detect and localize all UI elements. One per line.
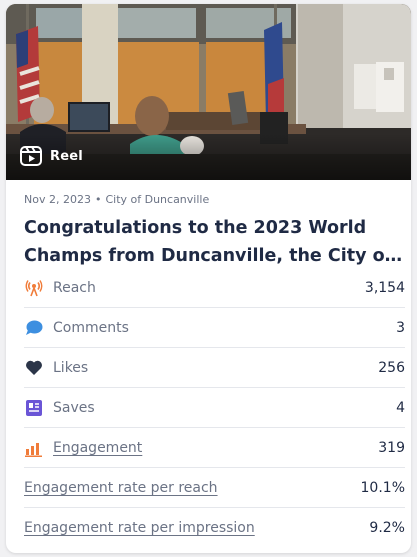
stat-value: 319	[378, 439, 405, 456]
post-card[interactable]: Reel Nov 2, 2023 • City of Duncanville Con…	[6, 4, 411, 553]
reel-icon	[20, 146, 42, 166]
engagement-link[interactable]: Engagement	[53, 440, 142, 456]
comments-icon	[24, 318, 44, 338]
stat-row-likes: Likes 256	[24, 348, 405, 388]
reel-label: Reel	[50, 148, 83, 164]
stat-value: 3,154	[364, 279, 405, 296]
engagement-rate-reach-link[interactable]: Engagement rate per reach	[24, 480, 218, 496]
stat-value: 256	[378, 359, 405, 376]
stat-value: 4	[396, 399, 405, 416]
stats-list: Reach 3,154 Comments 3 Likes 256 Saves 4…	[24, 268, 405, 547]
post-source: City of Duncanville	[105, 193, 210, 206]
post-title[interactable]: Congratulations to the 2023 World Champs…	[24, 214, 404, 270]
reel-badge: Reel	[20, 142, 83, 170]
stat-label: Saves	[53, 399, 95, 416]
stat-row-saves: Saves 4	[24, 388, 405, 428]
meta-separator: •	[94, 193, 102, 206]
engagement-rate-impression-link[interactable]: Engagement rate per impression	[24, 520, 255, 536]
stat-label: Likes	[53, 359, 89, 376]
post-date: Nov 2, 2023	[24, 193, 91, 206]
stat-row-reach: Reach 3,154	[24, 268, 405, 308]
stat-row-comments: Comments 3	[24, 308, 405, 348]
saves-icon	[24, 398, 44, 418]
stat-label: Comments	[53, 319, 129, 336]
post-meta: Nov 2, 2023 • City of Duncanville	[24, 193, 209, 206]
stat-row-engagement-rate-reach[interactable]: Engagement rate per reach 10.1%	[24, 468, 405, 508]
stat-row-engagement-rate-impression[interactable]: Engagement rate per impression 9.2%	[24, 508, 405, 547]
likes-icon	[24, 358, 44, 378]
stat-value: 3	[396, 319, 405, 336]
stat-row-engagement[interactable]: Engagement 319	[24, 428, 405, 468]
engagement-icon	[24, 438, 44, 458]
stat-label: Reach	[53, 279, 96, 296]
stat-value: 10.1%	[360, 479, 405, 496]
stat-value: 9.2%	[369, 519, 405, 536]
post-thumbnail[interactable]: Reel	[6, 4, 411, 180]
reach-icon	[24, 278, 44, 298]
